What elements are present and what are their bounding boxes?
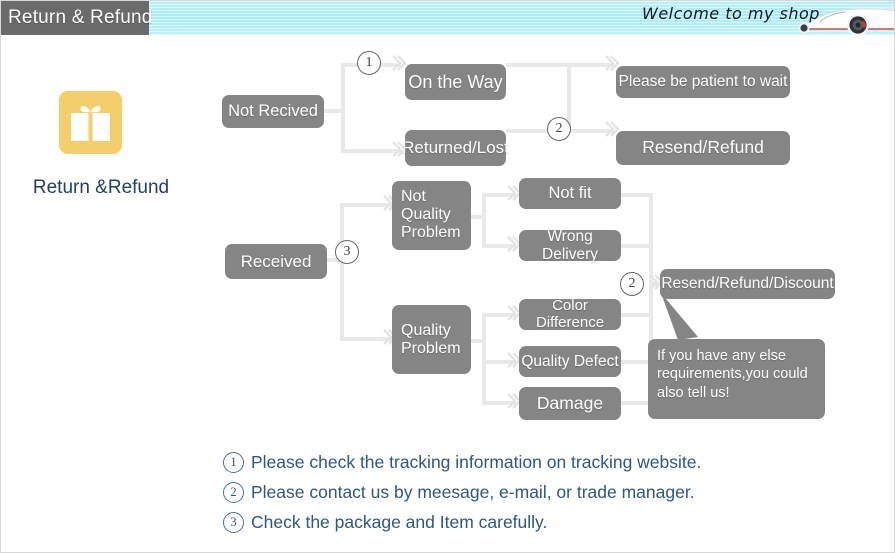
footnote-text: Check the package and Item carefully.	[251, 511, 548, 532]
node-color-difference[interactable]: Color Difference	[519, 296, 621, 331]
list-item: 3 Check the package and Item carefully.	[223, 507, 843, 537]
connector-line	[567, 63, 571, 129]
node-label: On the Way	[408, 71, 503, 92]
node-quality-defect[interactable]: Quality Defect	[519, 346, 621, 377]
node-not-fit[interactable]: Not fit	[519, 178, 621, 209]
list-item: 2 Please contact us by meesage, e-mail, …	[223, 477, 843, 507]
connector-line	[482, 313, 486, 405]
node-label: Received	[240, 251, 312, 271]
connector-line	[482, 193, 486, 247]
marker-1: 1	[357, 51, 381, 75]
gift-box-icon	[59, 91, 122, 154]
header-tab: Return & Refund	[1, 1, 152, 35]
node-label: Wrong Delivery	[542, 228, 598, 263]
node-resend-refund-discount[interactable]: Resend/Refund/Discount	[660, 269, 835, 299]
footnote-number: 3	[223, 511, 244, 533]
node-label: Not fit	[548, 184, 592, 203]
callout-bubble[interactable]: If you have any else requirements,you co…	[648, 339, 825, 419]
callout-text: If you have any else requirements,you co…	[657, 348, 808, 401]
brand-label: Return &Refund	[32, 177, 170, 198]
node-received[interactable]: Received	[225, 244, 327, 279]
marker-2-top: 2	[547, 117, 571, 141]
page-header-banner: Return & Refund Welcome to my shop	[1, 1, 894, 35]
footnote-text: Please check the tracking information on…	[251, 451, 702, 472]
marker-3: 3	[335, 240, 359, 264]
return-refund-infographic: Return & Refund Welcome to my shop Retur…	[0, 0, 895, 553]
node-label: Please be patient to wait	[618, 73, 788, 91]
node-returned-lost[interactable]: Returned/Lost	[402, 130, 509, 166]
node-label: Not Recived	[228, 102, 318, 121]
marker-2-right: 2	[620, 272, 644, 296]
list-item: 1 Please check the tracking information …	[223, 447, 843, 477]
node-label: Damage	[536, 392, 604, 413]
arrow-head-icon	[392, 55, 406, 71]
node-label: Color Difference	[535, 296, 605, 331]
header-tab-label: Return & Refund	[8, 7, 153, 28]
node-quality-problem[interactable]: Quality Problem	[392, 305, 471, 374]
node-not-quality-problem[interactable]: Not Quality Problem	[392, 181, 471, 250]
footnote-number: 2	[223, 481, 244, 503]
node-on-the-way[interactable]: On the Way	[405, 64, 506, 100]
welcome-message: Welcome to my shop	[642, 4, 820, 23]
node-label: Quality Problem	[401, 321, 461, 357]
connector-line	[340, 203, 344, 341]
node-wrong-delivery[interactable]: Wrong Delivery	[519, 228, 621, 263]
footnote-number: 1	[223, 451, 244, 473]
connector-line	[506, 63, 614, 67]
node-label: Resend/Refund	[642, 137, 764, 158]
node-label: Not Quality Problem	[401, 188, 461, 241]
node-please-be-patient[interactable]: Please be patient to wait	[616, 66, 790, 98]
node-damage[interactable]: Damage	[519, 387, 621, 420]
footnote-text: Please contact us by meesage, e-mail, or…	[251, 481, 695, 502]
connector-line	[341, 63, 345, 153]
node-label: Resend/Refund/Discount	[661, 275, 834, 293]
node-label: Quality Defect	[521, 352, 619, 370]
footnotes-list: 1 Please check the tracking information …	[223, 447, 843, 537]
node-resend-refund[interactable]: Resend/Refund	[616, 131, 790, 165]
node-not-received[interactable]: Not Recived	[222, 95, 324, 128]
node-label: Returned/Lost	[402, 138, 509, 158]
